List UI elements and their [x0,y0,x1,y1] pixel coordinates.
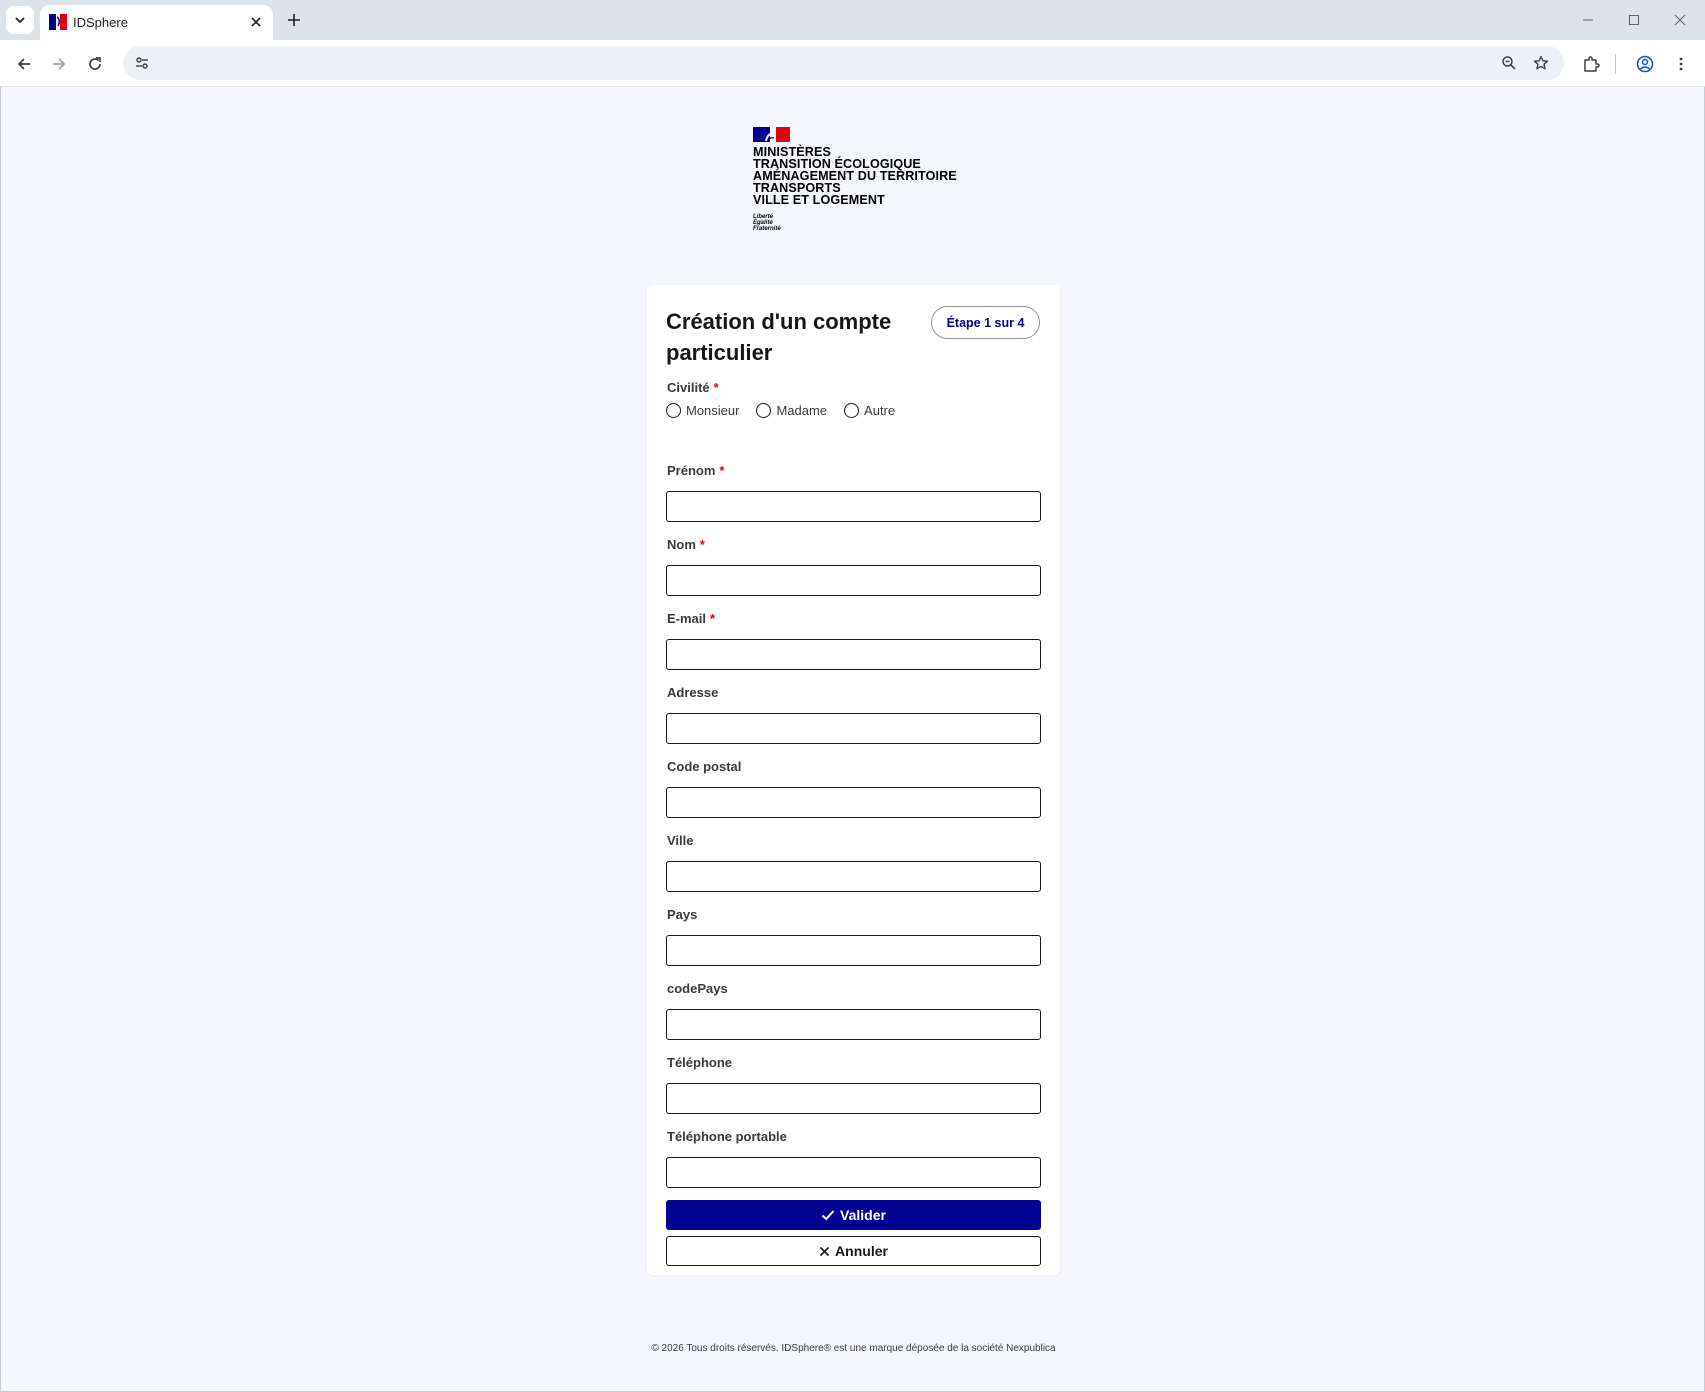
radio-circle[interactable] [756,402,772,418]
lastname-input[interactable] [666,565,1041,596]
phone-label: Téléphone [667,1055,733,1070]
extensions-button[interactable] [1577,50,1605,78]
minimize-button[interactable] [1565,4,1611,36]
zoom-button[interactable] [1496,50,1522,76]
field-label-text: E-mail [667,611,707,626]
toolbar-separator [1615,54,1616,74]
forward-button[interactable] [45,50,73,78]
motto-line: Fraternité [753,226,781,232]
tab-close-button[interactable] [246,12,266,32]
mobile-phone-label: Téléphone portable [667,1129,787,1144]
radio-label: Autre [864,402,896,418]
postal-code-label: Code postal [667,759,742,774]
submit-button[interactable]: Valider [666,1200,1041,1230]
new-tab-button[interactable] [282,8,306,32]
window-close-button[interactable] [1657,4,1703,36]
tab-strip: IDSphere [0,0,1705,40]
address-label: Adresse [667,685,719,700]
step-indicator-badge: Étape 1 sur 4 [931,306,1040,339]
mobile-phone-input[interactable] [666,1157,1041,1188]
radio-monsieur[interactable]: Monsieur [666,402,740,418]
footer-copyright: © 2026 Tous droits réservés. IDSphere® e… [651,1343,1056,1354]
field-label-text: Nom [667,537,696,552]
marianne-favicon-icon [49,14,67,30]
required-mark: * [699,537,705,552]
puzzle-icon [1584,56,1600,72]
radio-madame[interactable]: Madame [756,402,828,418]
zoom-out-icon [1502,56,1516,70]
chevron-down-icon [15,17,25,24]
more-vertical-icon [1679,57,1683,71]
browser-toolbar [0,40,1705,87]
radio-circle[interactable] [666,402,681,418]
browser-menu-button[interactable] [1667,50,1695,78]
submit-label: Valider [840,1207,886,1223]
site-info-button[interactable] [129,50,155,76]
registration-card: Création d'un compte particulier Étape 1… [647,285,1060,1275]
address-bar[interactable] [123,46,1564,80]
country-code-input[interactable] [666,1009,1041,1040]
required-mark: * [713,380,719,395]
firstname-label: Prénom * [667,463,724,478]
city-input[interactable] [666,861,1041,892]
plus-icon [288,14,300,26]
civility-label: Civilité * [667,380,719,395]
tune-icon [136,57,148,69]
radio-autre[interactable]: Autre [844,402,896,418]
back-button[interactable] [10,50,38,78]
republic-motto: Liberté Égalité Fraternité [753,214,957,232]
arrow-right-icon [53,58,66,70]
civility-radio-group: Monsieur Madame Autre [666,400,912,420]
civility-label-text: Civilité [667,380,710,395]
tab-title: IDSphere [73,15,128,30]
cancel-button[interactable]: Annuler [666,1236,1041,1266]
browser-chrome: IDSphere [0,0,1705,87]
ministry-logo: MINISTÈRES TRANSITION ÉCOLOGIQUE AMÉNAGE… [753,127,957,232]
close-icon [819,1246,830,1256]
reload-icon [89,57,101,70]
cancel-label: Annuler [835,1243,888,1259]
email-input[interactable] [666,639,1041,670]
email-label: E-mail * [667,611,715,626]
phone-input[interactable] [666,1083,1041,1114]
required-mark: * [710,611,716,626]
radio-label: Madame [776,402,828,418]
account-circle-icon [1636,55,1654,73]
radio-label: Monsieur [686,402,740,418]
page-title: Création d'un compte particulier [666,309,892,365]
page-viewport: MINISTÈRES TRANSITION ÉCOLOGIQUE AMÉNAGE… [0,87,1705,1392]
reload-button[interactable] [81,50,109,78]
firstname-input[interactable] [666,491,1041,522]
lastname-label: Nom * [667,537,705,552]
country-label: Pays [667,907,698,922]
minimize-icon [1583,19,1593,21]
star-icon [1533,55,1549,70]
city-label: Ville [667,833,694,848]
bookmark-button[interactable] [1528,50,1554,76]
tab-search-button[interactable] [6,6,34,34]
arrow-left-icon [17,58,30,70]
ministry-line: VILLE ET LOGEMENT [753,193,885,207]
close-icon [251,17,261,27]
field-label-text: Prénom [667,463,716,478]
maximize-icon [1629,15,1639,25]
required-mark: * [719,463,725,478]
profile-button[interactable] [1631,50,1659,78]
radio-circle[interactable] [844,402,860,418]
postal-code-input[interactable] [666,787,1041,818]
country-code-label: codePays [667,981,728,996]
close-icon [1674,14,1686,26]
country-input[interactable] [666,935,1041,966]
maximize-button[interactable] [1611,4,1657,36]
browser-tab[interactable]: IDSphere [40,5,273,40]
check-icon [821,1210,835,1221]
address-input[interactable] [666,713,1041,744]
ministry-name: MINISTÈRES TRANSITION ÉCOLOGIQUE AMÉNAGE… [753,146,957,207]
marianne-flag-icon [753,127,790,142]
